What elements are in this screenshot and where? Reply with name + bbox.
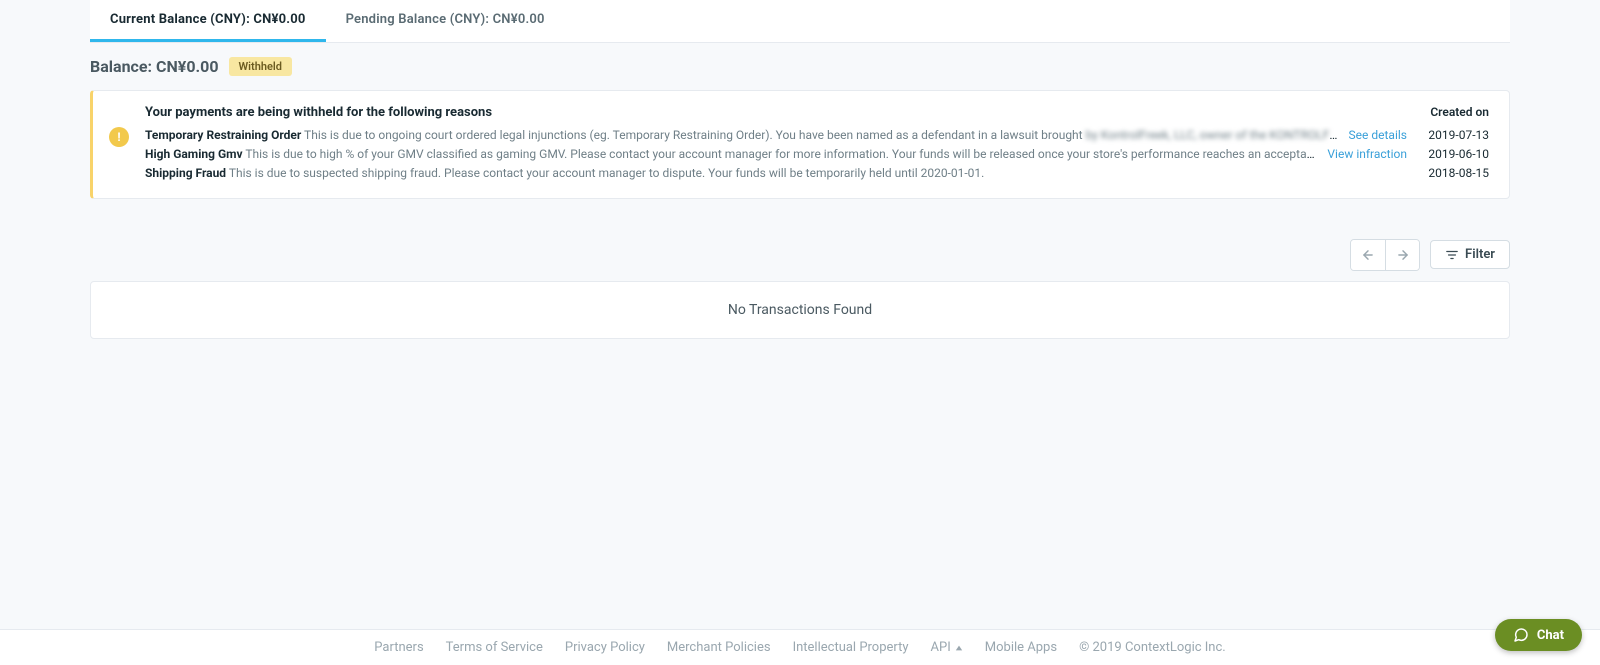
status-badge: Withheld: [229, 57, 292, 76]
reason-date: 2018-08-15: [1417, 164, 1489, 183]
footer-link-api[interactable]: API: [931, 640, 963, 655]
tab-current-balance[interactable]: Current Balance (CNY): CN¥0.00: [90, 0, 326, 42]
reason-blur: by KontrolFreek, LLC, owner of the KONTR…: [1086, 128, 1339, 142]
reason-date: 2019-06-10: [1417, 145, 1489, 164]
footer-link-terms[interactable]: Terms of Service: [446, 640, 543, 655]
balance-tabs: Current Balance (CNY): CN¥0.00 Pending B…: [90, 0, 1510, 43]
filter-button[interactable]: Filter: [1430, 240, 1510, 269]
see-details-link[interactable]: See details: [1349, 126, 1407, 145]
warning-icon: !: [109, 127, 129, 147]
reason-row: High Gaming Gmv This is due to high % of…: [145, 145, 1489, 164]
balance-label: Balance: CN¥0.00: [90, 57, 219, 76]
reason-date: 2019-07-13: [1417, 126, 1489, 145]
filter-label: Filter: [1465, 247, 1495, 262]
pager-prev-button[interactable]: [1351, 240, 1385, 270]
reason-name: Shipping Fraud: [145, 166, 226, 180]
footer-link-ip[interactable]: Intellectual Property: [793, 640, 909, 655]
filter-icon: [1445, 248, 1459, 262]
footer: Partners Terms of Service Privacy Policy…: [0, 629, 1600, 665]
footer-link-privacy[interactable]: Privacy Policy: [565, 640, 645, 655]
reason-row: Shipping Fraud This is due to suspected …: [145, 164, 1489, 183]
withheld-alert: ! Your payments are being withheld for t…: [90, 90, 1510, 199]
chat-button[interactable]: Chat: [1495, 619, 1582, 651]
tab-pending-balance[interactable]: Pending Balance (CNY): CN¥0.00: [326, 0, 565, 42]
caret-up-icon: [955, 644, 963, 652]
footer-api-label: API: [931, 640, 951, 655]
transactions-table: No Transactions Found: [90, 281, 1510, 339]
arrow-right-icon: [1396, 248, 1410, 262]
reason-desc: This is due to suspected shipping fraud.…: [229, 166, 985, 180]
table-controls: Filter: [90, 199, 1510, 281]
balance-summary: Balance: CN¥0.00 Withheld: [90, 43, 1510, 90]
arrow-left-icon: [1361, 248, 1375, 262]
pager: [1350, 239, 1420, 271]
empty-state-text: No Transactions Found: [728, 302, 872, 318]
footer-link-partners[interactable]: Partners: [374, 640, 423, 655]
reason-desc: This is due to ongoing court ordered leg…: [304, 128, 1083, 142]
view-infraction-link[interactable]: View infraction: [1327, 145, 1407, 164]
footer-link-mobile-apps[interactable]: Mobile Apps: [985, 640, 1057, 655]
chat-icon: [1513, 627, 1529, 643]
created-on-header: Created on: [1430, 105, 1489, 119]
footer-link-merchant-policies[interactable]: Merchant Policies: [667, 640, 771, 655]
reason-row: Temporary Restraining Order This is due …: [145, 126, 1489, 145]
reason-name: High Gaming Gmv: [145, 147, 243, 161]
chat-label: Chat: [1537, 628, 1564, 643]
reason-desc: This is due to high % of your GMV classi…: [245, 147, 1317, 161]
pager-next-button[interactable]: [1385, 240, 1419, 270]
footer-copyright: © 2019 ContextLogic Inc.: [1079, 640, 1226, 655]
alert-title: Your payments are being withheld for the…: [145, 105, 492, 120]
reason-name: Temporary Restraining Order: [145, 128, 301, 142]
